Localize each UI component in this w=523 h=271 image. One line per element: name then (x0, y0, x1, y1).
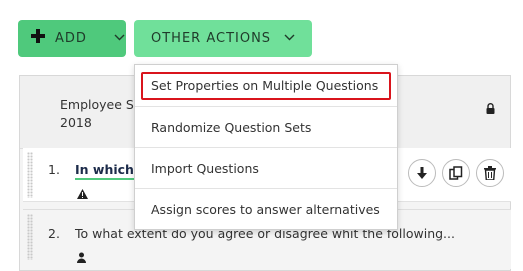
other-actions-button[interactable]: OTHER ACTIONS (134, 20, 312, 57)
copy-icon (449, 166, 463, 180)
arrow-down-icon (417, 167, 427, 179)
menu-item-label: Import Questions (151, 161, 259, 176)
question-number: 1. (48, 162, 60, 177)
other-actions-label: OTHER ACTIONS (151, 31, 272, 46)
menu-item-randomize[interactable]: Randomize Question Sets (135, 106, 397, 147)
menu-item-import[interactable]: Import Questions (135, 147, 397, 188)
question-number: 2. (48, 226, 60, 241)
menu-item-label: Randomize Question Sets (151, 120, 312, 135)
menu-item-label: Assign scores to answer alternatives (151, 202, 380, 217)
menu-item-assign-scores[interactable]: Assign scores to answer alternatives (135, 188, 397, 229)
warning-icon (77, 184, 88, 203)
menu-item-label: Set Properties on Multiple Questions (151, 78, 379, 93)
person-icon (77, 248, 86, 267)
other-actions-menu: Set Properties on Multiple Questions Ran… (134, 64, 398, 230)
add-button[interactable]: ADD (18, 20, 126, 57)
drag-handle[interactable] (27, 152, 33, 198)
plus-icon (31, 29, 45, 43)
trash-icon (484, 166, 496, 180)
delete-button[interactable] (476, 159, 504, 187)
copy-button[interactable] (442, 159, 470, 187)
menu-item-set-properties[interactable]: Set Properties on Multiple Questions (135, 65, 397, 106)
move-down-button[interactable] (408, 159, 436, 187)
chevron-down-icon (284, 34, 295, 41)
lock-icon (486, 99, 495, 118)
add-button-label: ADD (55, 31, 87, 46)
drag-handle[interactable] (27, 214, 33, 260)
chevron-down-icon (114, 34, 125, 41)
